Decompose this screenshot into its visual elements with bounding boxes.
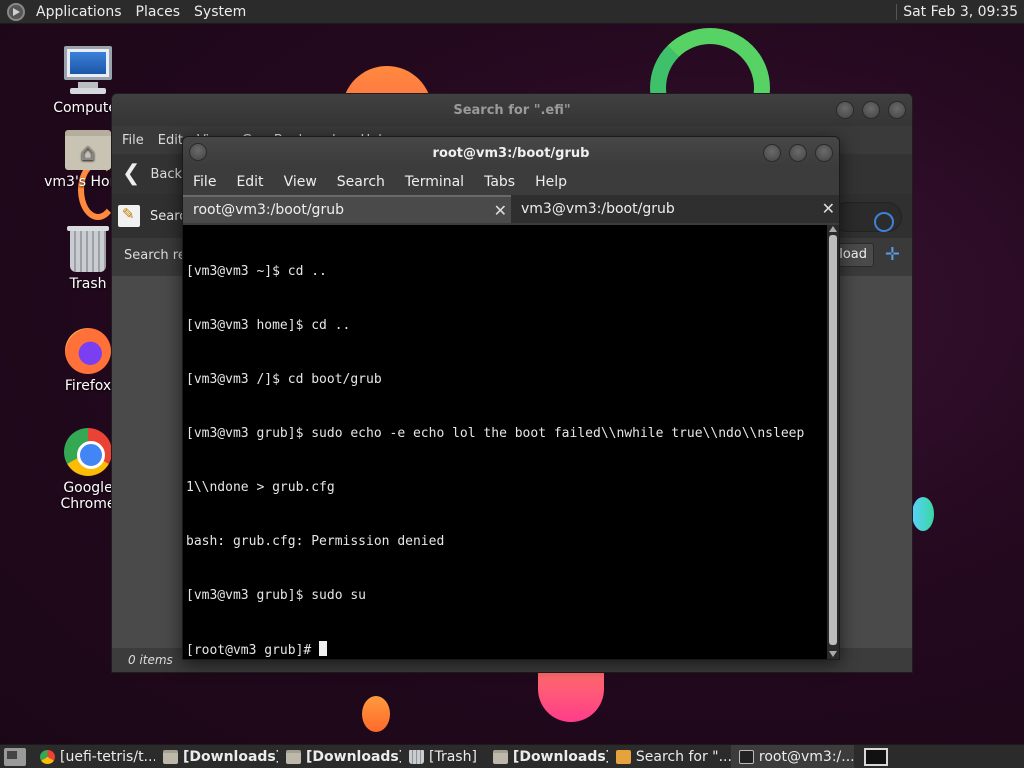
console-prompt-line: [root@vm3 grub]# (186, 641, 824, 659)
menu-file[interactable]: File (122, 133, 144, 148)
menu-search[interactable]: Search (327, 174, 395, 190)
console-line: [vm3@vm3 grub]$ sudo echo -e echo lol th… (186, 426, 805, 441)
firefox-icon (65, 328, 111, 374)
search-window-title: Search for ".efi" (453, 102, 571, 118)
console-line: [vm3@vm3 grub]$ sudo su (186, 588, 367, 603)
trash-icon (67, 226, 109, 272)
minimize-button[interactable] (763, 144, 781, 162)
menu-file[interactable]: File (193, 174, 226, 190)
text-cursor (319, 641, 328, 656)
maximize-button[interactable] (789, 144, 807, 162)
taskbar-item-label: [Downloads] (512, 748, 608, 765)
home-folder-icon (65, 130, 111, 170)
applications-menu[interactable]: Applications (29, 0, 129, 24)
scrollbar-thumb[interactable] (829, 235, 837, 645)
taskbar-item[interactable]: [Downloads] (155, 745, 278, 768)
terminal-title: root@vm3:/boot/grub (432, 145, 590, 161)
taskbar: [uefi-tetris/t... [Downloads] [Downloads… (0, 744, 1024, 768)
trash-icon (409, 749, 424, 764)
taskbar-item[interactable]: [Trash] (401, 745, 485, 768)
window-menu-button[interactable] (189, 143, 207, 161)
distro-logo-icon[interactable] (7, 2, 25, 21)
taskbar-item[interactable]: [Downloads] (278, 745, 401, 768)
minimize-button[interactable] (836, 101, 854, 119)
window-menu-area (189, 143, 207, 161)
chrome-icon (40, 749, 55, 764)
menu-edit[interactable]: Edit (226, 174, 273, 190)
close-tab-icon[interactable]: ✕ (822, 199, 835, 218)
taskbar-item[interactable]: root@vm3:/... (730, 744, 854, 768)
taskbar-item-label: [Downloads] (306, 748, 401, 765)
scroll-down-icon[interactable] (829, 651, 837, 657)
console-line: [vm3@vm3 home]$ cd .. (186, 318, 351, 333)
wallpaper-shape (912, 497, 934, 531)
wallpaper-shape (538, 672, 604, 722)
console-line: 1\\ndone > grub.cfg (186, 480, 335, 495)
folder-icon (492, 749, 508, 764)
taskbar-item-label: [uefi-tetris/t... (60, 748, 155, 765)
top-panel: Applications Places System Sat Feb 3, 09… (0, 0, 1024, 24)
edit-location-icon[interactable] (118, 205, 140, 227)
terminal-icon (738, 749, 754, 764)
back-button[interactable]: Back (150, 167, 182, 182)
console-prompt: [root@vm3 grub]# (186, 643, 320, 658)
menu-view[interactable]: View (274, 174, 327, 190)
folder-icon (286, 749, 301, 764)
taskbar-item[interactable]: [Downloads] (485, 745, 608, 768)
computer-icon (64, 46, 112, 96)
taskbar-item-label: [Trash] (429, 748, 477, 765)
terminal-tabs: root@vm3:/boot/grub ✕ vm3@vm3:/boot/grub… (183, 195, 839, 223)
taskbar-item-label: Search for "... (635, 748, 731, 765)
close-button[interactable] (815, 144, 833, 162)
close-tab-icon[interactable]: ✕ (494, 201, 507, 220)
show-desktop-icon[interactable] (4, 747, 26, 766)
terminal-console[interactable]: [vm3@vm3 ~]$ cd .. [vm3@vm3 home]$ cd ..… (183, 225, 827, 659)
search-icon (615, 749, 631, 764)
tab-root-grub[interactable]: root@vm3:/boot/grub ✕ (183, 195, 511, 223)
menu-edit[interactable]: Edit (158, 133, 183, 148)
tab-label: root@vm3:/boot/grub (193, 202, 344, 218)
menu-tabs[interactable]: Tabs (474, 174, 525, 190)
places-menu[interactable]: Places (129, 0, 188, 24)
search-window-titlebar[interactable]: Search for ".efi" (112, 94, 912, 126)
terminal-scrollbar[interactable] (827, 225, 839, 659)
taskbar-item[interactable]: [uefi-tetris/t... (32, 745, 155, 768)
console-line: [vm3@vm3 ~]$ cd .. (186, 264, 327, 279)
menu-terminal[interactable]: Terminal (395, 174, 474, 190)
console-line: bash: grub.cfg: Permission denied (186, 534, 445, 549)
menu-help[interactable]: Help (525, 174, 577, 190)
console-line: [vm3@vm3 /]$ cd boot/grub (186, 372, 382, 387)
chrome-icon (64, 428, 112, 476)
terminal-window[interactable]: root@vm3:/boot/grub File Edit View Searc… (182, 136, 840, 660)
clock[interactable]: Sat Feb 3, 09:35 (903, 4, 1024, 20)
maximize-button[interactable] (862, 101, 880, 119)
panel-separator (896, 3, 898, 20)
tab-vm3-grub[interactable]: vm3@vm3:/boot/grub ✕ (511, 195, 839, 223)
folder-icon (163, 749, 178, 764)
wallpaper-shape (362, 696, 390, 732)
system-menu[interactable]: System (187, 0, 253, 24)
back-arrow-icon[interactable]: ❮ (122, 163, 140, 185)
taskbar-item-label: root@vm3:/... (758, 748, 854, 765)
terminal-titlebar[interactable]: root@vm3:/boot/grub (183, 137, 839, 169)
taskbar-item[interactable]: Search for "... (608, 745, 731, 768)
workspace-switcher[interactable] (863, 747, 888, 766)
close-button[interactable] (888, 101, 906, 119)
add-icon[interactable]: ✛ (885, 244, 900, 265)
scroll-up-icon[interactable] (829, 226, 837, 232)
taskbar-item-label: [Downloads] (183, 748, 278, 765)
terminal-menubar: File Edit View Search Terminal Tabs Help (183, 169, 839, 195)
item-count: 0 items (128, 653, 173, 667)
search-icon[interactable] (874, 212, 894, 232)
tab-label: vm3@vm3:/boot/grub (521, 201, 675, 217)
